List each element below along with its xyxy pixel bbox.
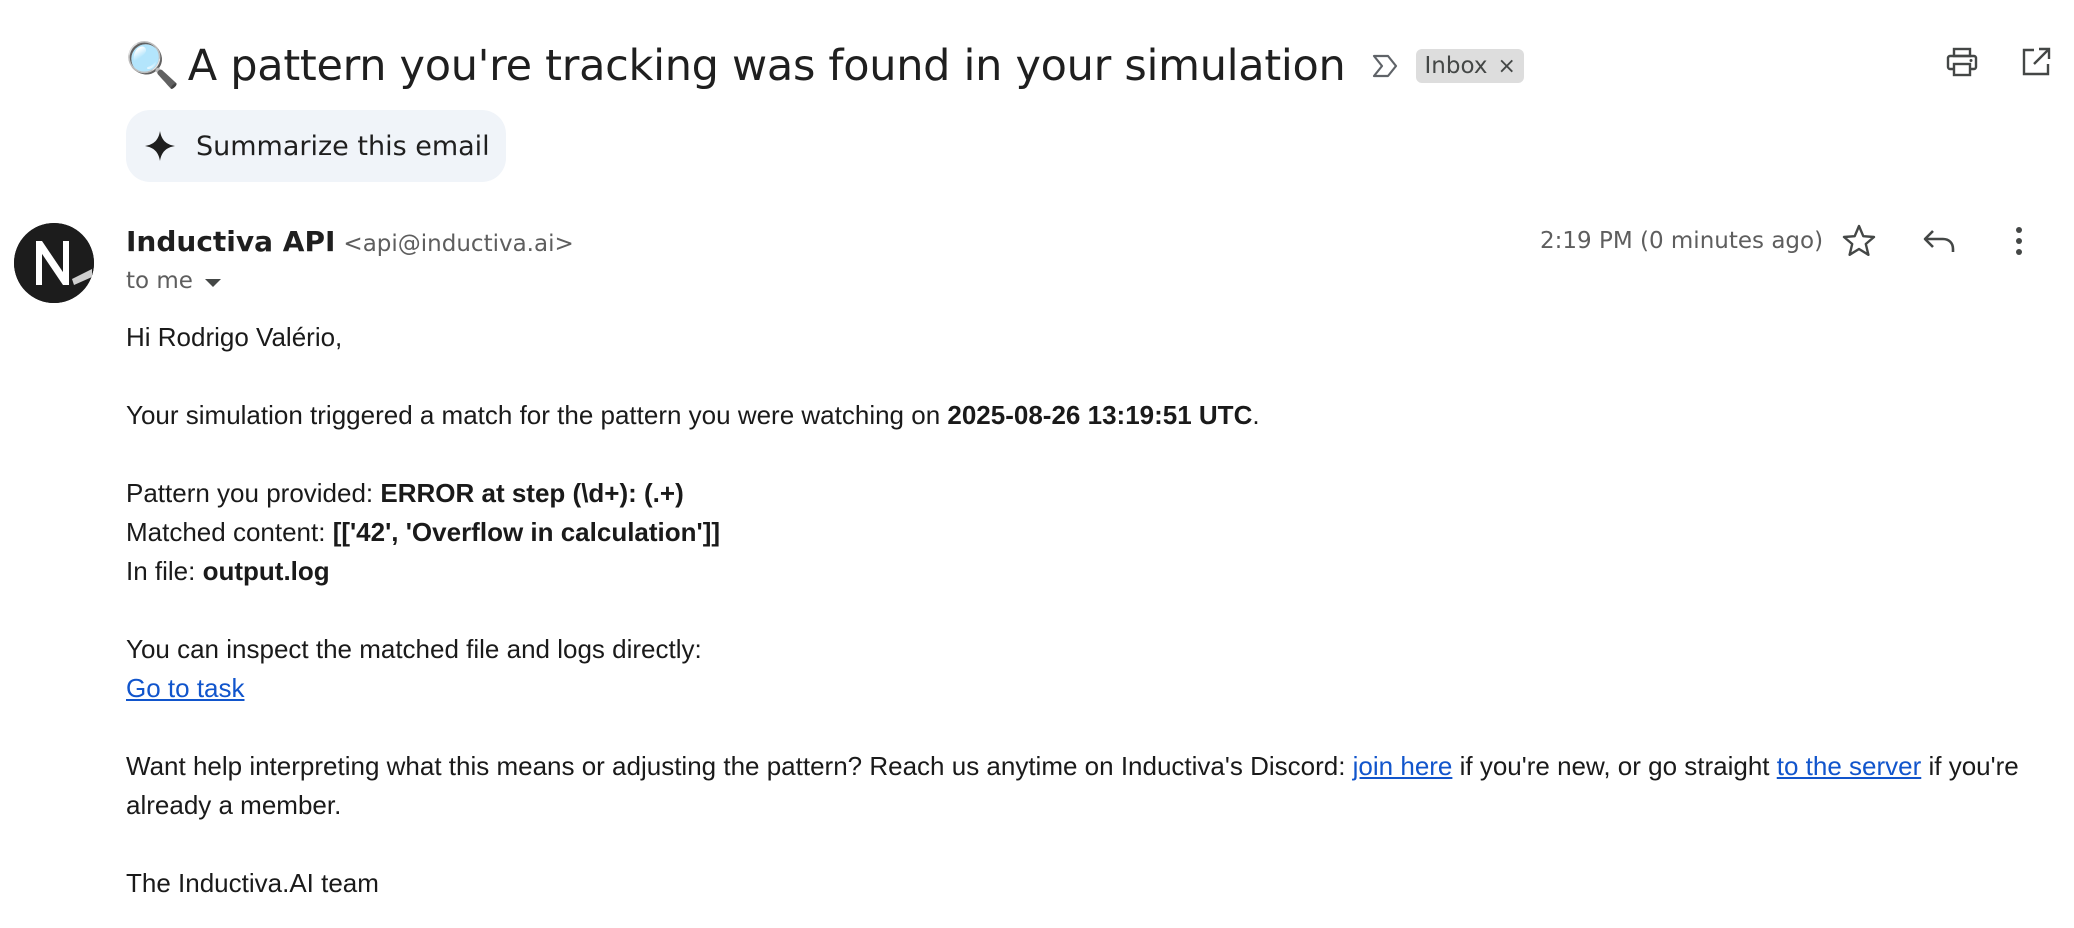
message-timestamp: 2:19 PM (0 minutes ago) (1540, 228, 1824, 254)
file-value: output.log (202, 556, 330, 586)
email-body: Hi Rodrigo Valério, Your simulation trig… (126, 318, 2046, 903)
matched-label: Matched content: (126, 517, 333, 547)
sender-avatar[interactable] (14, 223, 94, 303)
pattern-value: ERROR at step (\d+): (.+) (380, 478, 684, 508)
message-actions (1840, 222, 2038, 260)
join-here-link[interactable]: join here (1353, 751, 1453, 781)
help-prefix: Want help interpreting what this means o… (126, 751, 1353, 781)
help-paragraph: Want help interpreting what this means o… (126, 747, 2046, 825)
more-vert-icon[interactable] (2000, 222, 2038, 260)
file-line: In file: output.log (126, 552, 2046, 591)
magnifier-emoji-icon: 🔍 (125, 40, 180, 91)
chevron-down-icon (204, 278, 221, 287)
star-icon[interactable] (1840, 222, 1878, 260)
signoff: The Inductiva.AI team (126, 868, 379, 898)
go-to-task-paragraph: Go to task (126, 669, 2046, 708)
matched-value: [['42', 'Overflow in calculation']] (332, 517, 721, 547)
summarize-label: Summarize this email (196, 130, 490, 162)
remove-label-icon[interactable]: × (1497, 54, 1515, 79)
open-in-new-window-icon[interactable] (2018, 44, 2054, 80)
to-the-server-link[interactable]: to the server (1777, 751, 1922, 781)
inspect-text: You can inspect the matched file and log… (126, 634, 702, 664)
file-label: In file: (126, 556, 203, 586)
recipients-toggle[interactable]: to me (126, 268, 221, 294)
inbox-label-chip: Inbox × (1415, 49, 1524, 83)
matched-line: Matched content: [['42', 'Overflow in ca… (126, 513, 2046, 552)
pattern-line: Pattern you provided: ERROR at step (\d+… (126, 474, 2046, 513)
inductiva-logo-icon (14, 223, 94, 303)
summarize-email-button[interactable]: Summarize this email (126, 110, 506, 182)
email-subject: A pattern you're tracking was found in y… (187, 41, 1346, 91)
intro-time: 2025-08-26 13:19:51 UTC (947, 400, 1253, 430)
recipients-text: to me (126, 268, 193, 294)
reply-icon[interactable] (1920, 222, 1958, 260)
greeting: Hi Rodrigo Valério, (126, 322, 343, 352)
sparkle-icon (145, 131, 175, 161)
help-middle: if you're new, or go straight (1452, 751, 1777, 781)
intro-suffix: . (1252, 400, 1260, 430)
sender-email: <api@inductiva.ai> (343, 231, 574, 257)
subject-row: 🔍 A pattern you're tracking was found in… (125, 30, 1524, 102)
intro-prefix: Your simulation triggered a match for th… (126, 400, 948, 430)
thread-actions (1944, 44, 2054, 80)
inbox-label-text: Inbox (1424, 53, 1488, 79)
sender-line: Inductiva API <api@inductiva.ai> (126, 225, 574, 258)
print-icon[interactable] (1944, 44, 1980, 80)
go-to-task-link[interactable]: Go to task (126, 673, 245, 703)
pattern-label: Pattern you provided: (126, 478, 381, 508)
intro-paragraph: Your simulation triggered a match for th… (126, 396, 2046, 435)
importance-marker-icon[interactable] (1370, 51, 1400, 81)
sender-name[interactable]: Inductiva API (126, 225, 335, 258)
